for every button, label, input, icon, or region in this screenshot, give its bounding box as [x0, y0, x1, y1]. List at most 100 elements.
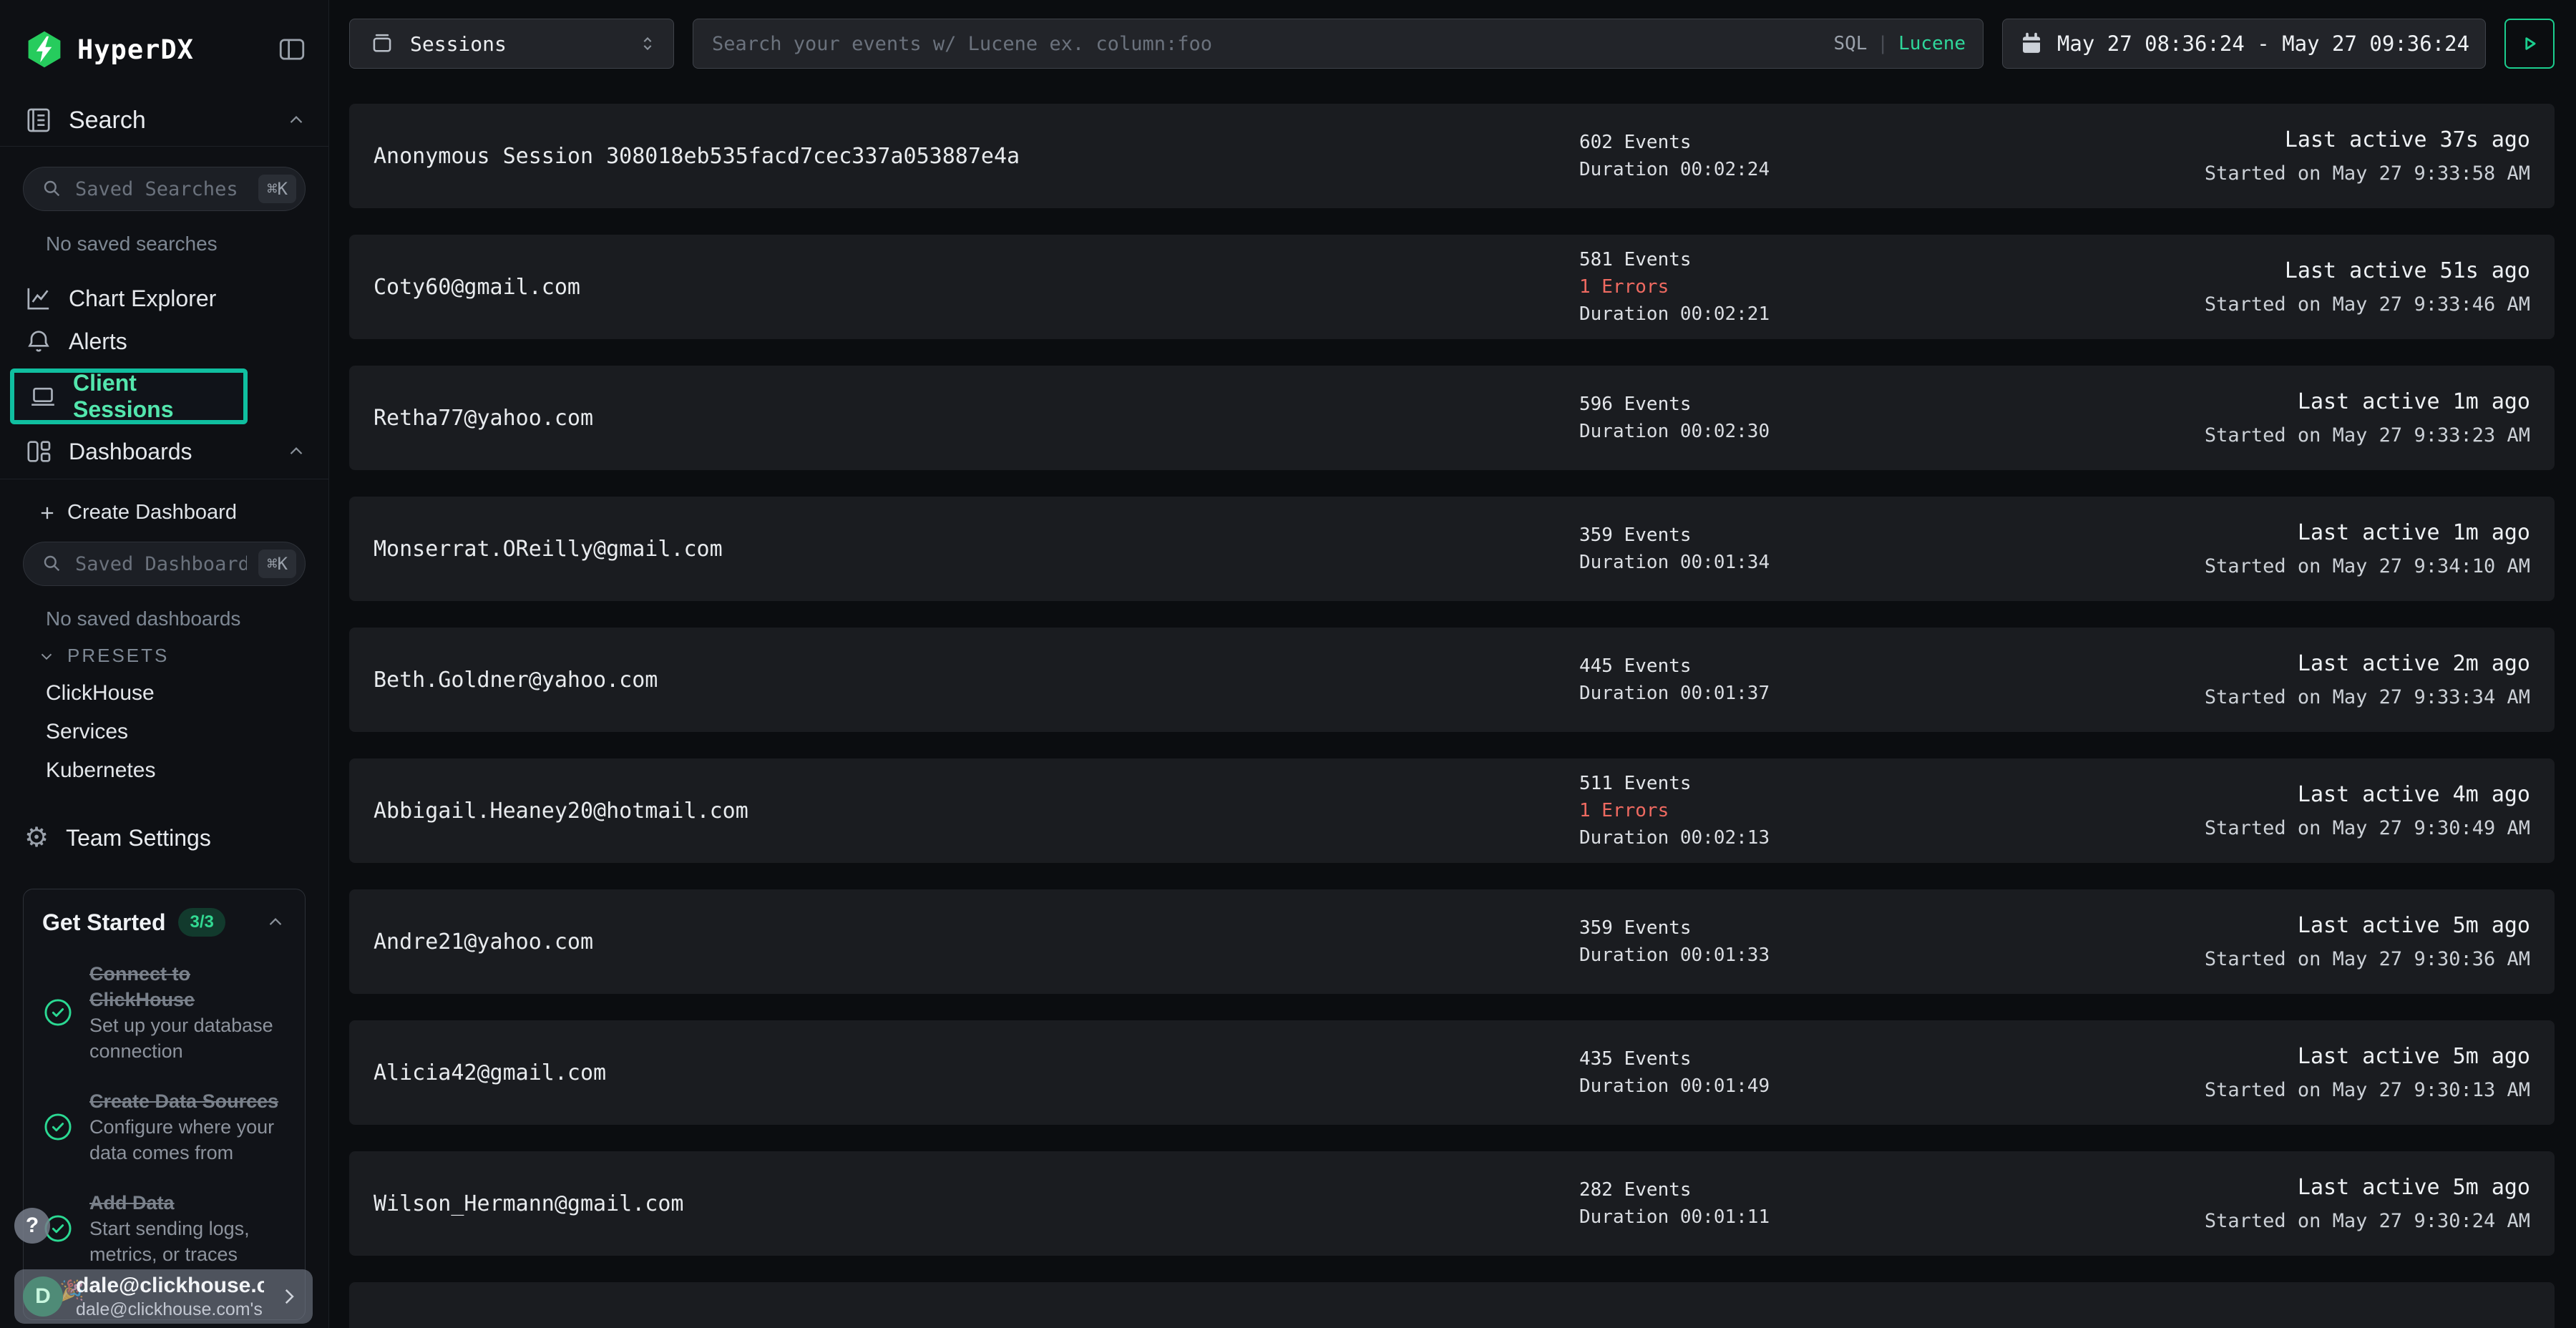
session-duration: Duration 00:01:11 — [1579, 1204, 2205, 1231]
session-row[interactable]: Retha77@yahoo.com 596 Events Duration 00… — [349, 366, 2555, 470]
session-event-count: 359 Events — [1579, 522, 2205, 549]
session-duration: Duration 00:02:21 — [1579, 301, 2205, 328]
session-event-count: 282 Events — [1579, 1176, 2205, 1204]
session-row[interactable]: Andre21@yahoo.com 359 Events Duration 00… — [349, 889, 2555, 994]
checklist-item-title: Connect to ClickHouse — [89, 963, 195, 1010]
sidebar-item-client-sessions[interactable]: Client Sessions — [10, 368, 248, 424]
sidebar-item-chart-explorer[interactable]: Chart Explorer — [0, 277, 328, 320]
chevron-up-icon — [286, 441, 307, 462]
check-circle-icon — [42, 997, 74, 1028]
chevron-right-icon — [277, 1284, 301, 1309]
time-range-picker[interactable]: May 27 08:36:24 - May 27 09:36:24 — [2002, 19, 2486, 69]
session-started: Started on May 27 9:34:10 AM — [2205, 555, 2530, 577]
session-event-count: 581 Events — [1579, 246, 2205, 273]
session-title: Retha77@yahoo.com — [374, 406, 1579, 431]
chevron-up-icon — [286, 109, 307, 131]
preset-clickhouse[interactable]: ClickHouse — [46, 681, 328, 706]
session-title: Abbigail.Heaney20@hotmail.com — [374, 799, 1579, 824]
avatar: D — [23, 1276, 63, 1317]
session-title: Wilson_Hermann@gmail.com — [374, 1191, 1579, 1216]
checklist-item-add-data[interactable]: Add Data Start sending logs, metrics, or… — [42, 1190, 286, 1267]
sidebar-item-label: Chart Explorer — [69, 285, 307, 312]
get-started-progress-badge: 3/3 — [178, 908, 225, 937]
session-started: Started on May 27 9:30:36 AM — [2205, 948, 2530, 970]
lucene-toggle[interactable]: Lucene — [1898, 33, 1966, 54]
laptop-icon — [29, 382, 57, 411]
session-last-active: Last active 1m ago — [2205, 520, 2530, 545]
session-last-active: Last active 5m ago — [2205, 1175, 2530, 1200]
saved-searches-input[interactable]: Saved Searches ⌘K — [23, 167, 306, 211]
shortcut-badge: ⌘K — [258, 550, 296, 578]
user-menu[interactable]: D dale@clickhouse.com dale@clickhouse.co… — [14, 1269, 313, 1324]
user-email: dale@clickhouse.com — [76, 1273, 264, 1299]
check-circle-icon — [42, 1111, 74, 1143]
saved-dashboards-placeholder: Saved Dashboards — [75, 553, 247, 575]
session-row[interactable]: Alicia42@gmail.com 435 Events Duration 0… — [349, 1020, 2555, 1125]
session-title: Andre21@yahoo.com — [374, 929, 1579, 954]
session-title: Coty60@gmail.com — [374, 275, 1579, 300]
checklist-item-desc: Start sending logs, metrics, or traces — [89, 1216, 286, 1267]
session-error-count: 1 Errors — [1579, 797, 2205, 824]
session-started: Started on May 27 9:33:34 AM — [2205, 686, 2530, 708]
session-duration: Duration 00:01:49 — [1579, 1073, 2205, 1100]
session-started: Started on May 27 9:30:13 AM — [2205, 1079, 2530, 1101]
no-saved-dashboards-note: No saved dashboards — [46, 607, 328, 630]
checklist-item-desc: Configure where your data comes from — [89, 1114, 286, 1166]
search-icon — [41, 552, 64, 575]
session-duration: Duration 00:02:24 — [1579, 156, 2205, 183]
session-last-active: Last active 1m ago — [2205, 389, 2530, 414]
session-started: Started on May 27 9:33:23 AM — [2205, 424, 2530, 446]
presets-toggle[interactable]: PRESETS — [37, 645, 328, 667]
session-row[interactable]: Abbigail.Heaney20@hotmail.com 511 Events… — [349, 758, 2555, 863]
session-started: Started on May 27 9:30:49 AM — [2205, 817, 2530, 839]
preset-kubernetes[interactable]: Kubernetes — [46, 758, 328, 783]
sidebar-item-label: Dashboards — [69, 439, 270, 465]
sidebar-item-team-settings[interactable]: ⚙ Team Settings — [24, 824, 328, 851]
preset-services[interactable]: Services — [46, 720, 328, 744]
live-tail-button[interactable] — [2504, 19, 2555, 69]
session-row[interactable]: Beth.Goldner@yahoo.com 445 Events Durati… — [349, 628, 2555, 732]
bell-icon — [24, 327, 53, 356]
session-last-active: Last active 2m ago — [2205, 651, 2530, 676]
session-row[interactable]: Wilson_Hermann@gmail.com 282 Events Dura… — [349, 1151, 2555, 1256]
session-event-count: 435 Events — [1579, 1045, 2205, 1073]
session-error-count: 1 Errors — [1579, 273, 2205, 301]
session-last-active: Last active 5m ago — [2205, 1044, 2530, 1069]
sidebar-nav: Chart Explorer Alerts Client Sessions Da… — [0, 277, 328, 479]
search-section-label: Search — [69, 107, 270, 135]
session-list: Anonymous Session 308018eb535facd7cec337… — [329, 69, 2576, 1328]
chevron-down-icon — [37, 647, 56, 665]
session-row[interactable]: Monserrat.OReilly@gmail.com 359 Events D… — [349, 497, 2555, 601]
session-title: Beth.Goldner@yahoo.com — [374, 668, 1579, 693]
sidebar-item-dashboards[interactable]: Dashboards — [0, 430, 328, 473]
topbar: Sessions Search your events w/ Lucene ex… — [329, 0, 2576, 69]
saved-dashboards-input[interactable]: Saved Dashboards ⌘K — [23, 542, 306, 586]
checklist-item-title: Add Data — [89, 1192, 175, 1214]
session-row-partial[interactable] — [349, 1282, 2555, 1328]
event-search-input[interactable]: Search your events w/ Lucene ex. column:… — [693, 19, 1984, 69]
sidebar-item-label: Client Sessions — [73, 370, 243, 423]
sidebar-item-alerts[interactable]: Alerts — [0, 320, 328, 363]
sql-toggle[interactable]: SQL — [1833, 33, 1867, 54]
collapse-sidebar-icon[interactable] — [277, 34, 307, 64]
help-button[interactable]: ? — [14, 1208, 50, 1244]
sidebar-section-search[interactable]: Search — [0, 106, 328, 147]
session-event-count: 359 Events — [1579, 914, 2205, 942]
checklist-item-connect[interactable]: Connect to ClickHouse Set up your databa… — [42, 961, 286, 1064]
create-dashboard-button[interactable]: Create Dashboard — [37, 501, 328, 524]
session-duration: Duration 00:01:33 — [1579, 942, 2205, 969]
checklist-item-sources[interactable]: Create Data Sources Configure where your… — [42, 1088, 286, 1166]
search-section-icon — [24, 106, 53, 135]
get-started-header[interactable]: Get Started 3/3 — [42, 908, 286, 937]
divider: | — [1877, 33, 1888, 54]
session-duration: Duration 00:02:13 — [1579, 824, 2205, 851]
session-last-active: Last active 5m ago — [2205, 913, 2530, 938]
session-duration: Duration 00:01:37 — [1579, 680, 2205, 707]
source-select[interactable]: Sessions — [349, 19, 674, 69]
session-started: Started on May 27 9:33:58 AM — [2205, 162, 2530, 185]
session-row[interactable]: Coty60@gmail.com 581 Events 1 Errors Dur… — [349, 235, 2555, 339]
session-row[interactable]: Anonymous Session 308018eb535facd7cec337… — [349, 104, 2555, 208]
session-duration: Duration 00:01:34 — [1579, 549, 2205, 576]
source-select-value: Sessions — [410, 32, 623, 56]
checklist-item-desc: Set up your database connection — [89, 1012, 286, 1064]
